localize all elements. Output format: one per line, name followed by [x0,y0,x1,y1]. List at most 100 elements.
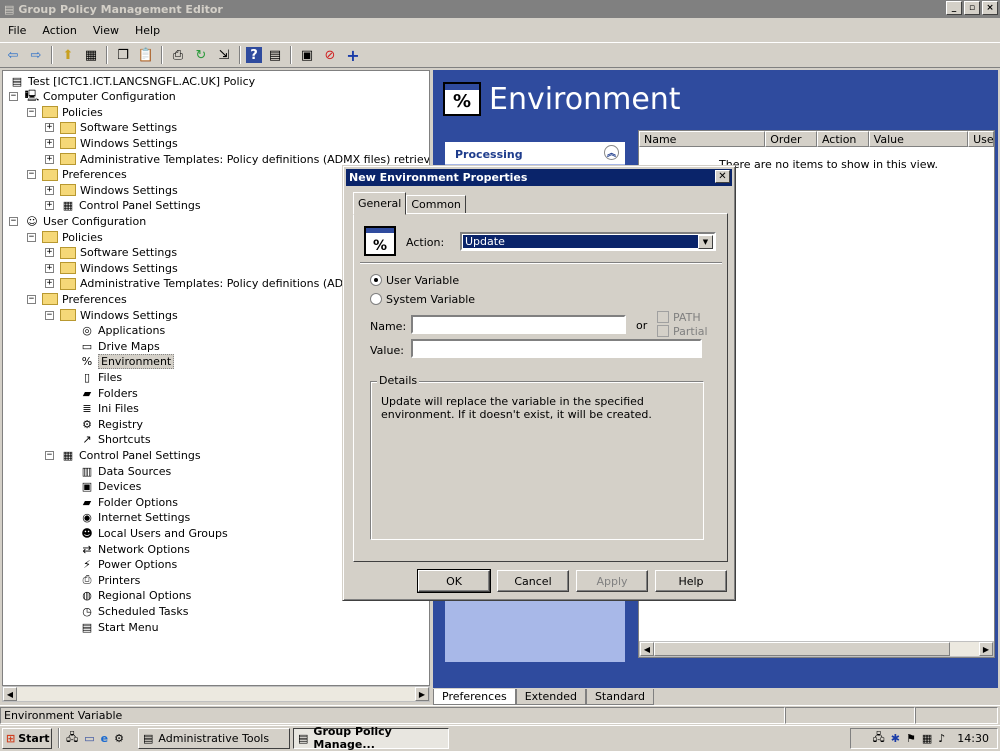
list-scroll-right-arrow[interactable]: ▶ [979,642,993,656]
taskbar-item-admin-tools[interactable]: ▤ Administrative Tools [138,727,291,749]
show-desktop-icon[interactable]: ▭ [84,732,94,745]
export-icon[interactable]: ⇲ [214,45,234,65]
start-button[interactable]: ⊞ Start [2,727,52,749]
tree-item[interactable]: ▣ Devices [79,479,142,495]
tree-item[interactable]: + Software Settings [45,120,177,136]
column-use[interactable]: Use [968,131,994,147]
cancel-button[interactable]: Cancel [497,570,569,592]
tree-item[interactable]: + Windows Settings [45,135,178,151]
tree-item[interactable]: ☻ Local Users and Groups [79,525,227,541]
chevron-down-icon[interactable]: ▼ [698,235,713,249]
tree-item[interactable]: ↗ Shortcuts [79,432,150,448]
collapse-icon[interactable]: − [9,216,18,226]
forward-icon[interactable]: ⇨ [26,45,46,65]
tray-connection-icon[interactable]: ▦ [922,732,932,745]
tab-common[interactable]: Common [406,195,466,214]
collapse-icon[interactable]: − [9,92,18,102]
refresh-icon[interactable]: ↻ [191,45,211,65]
collapse-icon[interactable]: − [45,310,54,320]
tree-item[interactable]: ⚙ Registry [79,416,143,432]
tree-item[interactable]: − Preferences [27,291,127,307]
tree-item[interactable]: ▤ Test [ICTC1.ICT.LANCSNGFL.AC.UK] Policy [9,73,255,89]
column-action[interactable]: Action [816,131,869,147]
tree-item[interactable]: − Windows Settings [45,307,178,323]
collapse-chevron-icon[interactable]: ︽ [604,145,619,160]
processing-header[interactable]: Processing ︽ [445,142,625,164]
collapse-icon[interactable]: − [27,170,36,180]
help-icon[interactable]: ? [246,47,262,63]
tree-item[interactable]: ▯ Files [79,369,122,385]
paste-icon[interactable]: 📋 [136,45,156,65]
up-folder-icon[interactable]: ⬆ [58,45,78,65]
column-name[interactable]: Name [639,131,766,147]
tray-volume-icon[interactable]: ♪ [938,732,945,745]
tree-item[interactable]: − ☺ User Configuration [9,213,146,229]
properties-icon[interactable]: ▤ [265,45,285,65]
collapse-icon[interactable]: − [27,107,36,117]
tree-item[interactable]: + ▦ Control Panel Settings [45,198,201,214]
tree-item[interactable]: ⎙ Printers [79,572,141,588]
expand-icon[interactable]: + [45,248,54,258]
tab-general[interactable]: General [353,192,407,215]
action-select[interactable]: Update ▼ [460,232,716,251]
tree-item[interactable]: ▭ Drive Maps [79,338,160,354]
tree-item[interactable]: + Windows Settings [45,260,178,276]
tree-item[interactable]: + Administrative Templates: Policy defini… [45,276,390,292]
new-item-icon[interactable]: ▣ [297,45,317,65]
expand-icon[interactable]: + [45,279,54,289]
list-horizontal-scrollbar[interactable]: ◀ ▶ [639,641,994,657]
user-variable-radio[interactable] [370,274,382,286]
expand-icon[interactable]: + [45,185,54,195]
tree-item[interactable]: % Environment [79,354,175,370]
scroll-right-arrow[interactable]: ▶ [415,687,429,701]
expand-icon[interactable]: + [45,154,54,164]
tree-horizontal-scrollbar[interactable]: ◀ ▶ [2,686,430,702]
show-hide-tree-icon[interactable]: ▦ [81,45,101,65]
taskbar-item-gpme[interactable]: ▤ Group Policy Manage... [293,725,450,751]
apply-button[interactable]: Apply [576,570,648,592]
maximize-button[interactable]: ▫ [964,1,980,15]
tray-flag-icon[interactable]: ⚑ [906,732,916,745]
tree-item[interactable]: − Preferences [27,167,127,183]
close-button[interactable]: × [982,1,998,15]
tab-extended[interactable]: Extended [515,689,586,705]
scroll-left-arrow[interactable]: ◀ [3,687,17,701]
tab-preferences[interactable]: Preferences [433,689,516,705]
tree-item[interactable]: + Windows Settings [45,182,178,198]
collapse-icon[interactable]: − [27,294,36,304]
column-order[interactable]: Order [765,131,817,147]
tab-standard[interactable]: Standard [585,689,654,705]
tree-item[interactable]: ▰ Folder Options [79,494,178,510]
copy-icon[interactable]: ❐ [113,45,133,65]
tree-item[interactable]: − Policies [27,229,103,245]
list-scroll-left-arrow[interactable]: ◀ [640,642,654,656]
tree-item[interactable]: ▤ Start Menu [79,619,159,635]
back-icon[interactable]: ⇦ [3,45,23,65]
tree-item[interactable]: − Policies [27,104,103,120]
expand-icon[interactable]: + [45,263,54,273]
tree-item[interactable]: ◍ Regional Options [79,588,191,604]
tree-item[interactable]: ▥ Data Sources [79,463,171,479]
tray-network-icon[interactable]: 🖧 [873,729,885,748]
expand-icon[interactable]: + [45,123,54,133]
tree-item[interactable]: ▰ Folders [79,385,138,401]
expand-icon[interactable]: + [45,201,54,211]
tree-item[interactable]: − ▦ Control Panel Settings [45,447,201,463]
tray-security-icon[interactable]: ✱ [891,732,900,745]
path-checkbox[interactable] [657,311,669,323]
expand-icon[interactable]: + [45,138,54,148]
quick-launch-icon[interactable]: ⚙ [114,732,124,745]
menu-action[interactable]: Action [34,24,84,37]
tree-item[interactable]: ◉ Internet Settings [79,510,190,526]
collapse-icon[interactable]: − [45,450,54,460]
column-value[interactable]: Value [868,131,969,147]
add-icon[interactable]: + [343,45,363,65]
dialog-close-button[interactable]: ✕ [715,170,730,183]
tree-item[interactable]: ≣ Ini Files [79,401,139,417]
tree-item[interactable]: ⚡ Power Options [79,557,177,573]
internet-explorer-icon[interactable]: e [101,732,108,745]
help-button[interactable]: Help [655,570,727,592]
tree-item[interactable]: − 🖳 Computer Configuration [9,89,176,105]
menu-file[interactable]: File [0,24,34,37]
menu-help[interactable]: Help [127,24,168,37]
